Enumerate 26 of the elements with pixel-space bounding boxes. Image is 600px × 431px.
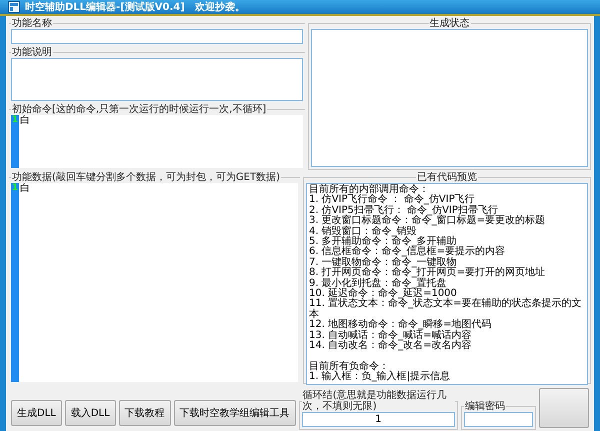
input-field[interactable]: [11, 29, 303, 44]
code-editor[interactable]: 1 白: [11, 115, 303, 168]
input-field[interactable]: 1: [302, 412, 455, 427]
line-number: 1: [12, 115, 18, 126]
group-label: 功能说明: [11, 47, 53, 58]
password-field[interactable]: [464, 412, 533, 427]
window-icon: [8, 1, 20, 13]
group-label: 初始命令[这的命令,只第一次运行的时候运行一次,不循环]: [11, 104, 268, 115]
group-label: 已有代码预览: [416, 172, 478, 183]
group-label: 功能名称: [11, 18, 53, 29]
window-title: 时空辅助DLL编辑器-[测试版V0.4] 欢迎抄袭。: [25, 0, 245, 14]
toolbar-button[interactable]: 下载教程: [118, 400, 171, 426]
group-label: 循环结(意思就是功能数据运行几次，不填则无限): [302, 390, 448, 412]
group-label: 生成状态: [428, 18, 470, 29]
code-text: 白: [19, 115, 30, 126]
group-label: 功能数据(敲回车键分割多个数据，可为封包，可为GET数据): [11, 172, 281, 183]
toolbar-button[interactable]: 载入DLL: [64, 400, 116, 426]
code-preview: 目前所有的内部调用命令： 1. 仿VIP飞行命令 ： 命令_仿VIP飞行 2. 仿VIP5扫帚飞行： 命令_仿VIP扫帚飞行 3. 更改窗口标题命令：命令_窗口标题=要更改的标题 4. 销毁窗口：命令_销毁 5. 多开辅助命令：命令_多开辅助 6. 信息框命令：命令_信息框=要提示的内容 7. 一键取物命令：命令_一键取物 8. 打开网页命令：命令_打开网页=要打开的网页地址 9. 最小化到托盘：命令_置托盘 10. 延迟命令：命令_延迟=1000 11. 置状态文本：命令_状态文本=要在辅助的状态条提示的文本 12. 地图移动命令：命令_瞬移=地图代码 13. 自动喊话：命令_喊话=喊话内容 14. 自动改名：命令_改名=改名内容 目前所有负命令： 1. 输入框：负_输入框|提示信息: [306, 183, 588, 385]
code-text: 白: [19, 183, 30, 194]
line-number: 1: [12, 183, 18, 194]
group-label: 编辑密码: [464, 401, 506, 412]
toolbar-button[interactable]: 生成DLL: [11, 400, 62, 426]
code-editor[interactable]: 1 白: [11, 183, 298, 382]
action-button[interactable]: [538, 388, 589, 428]
text-area[interactable]: [11, 58, 303, 101]
toolbar-button[interactable]: 下载时空教学组编辑工具: [174, 400, 296, 426]
